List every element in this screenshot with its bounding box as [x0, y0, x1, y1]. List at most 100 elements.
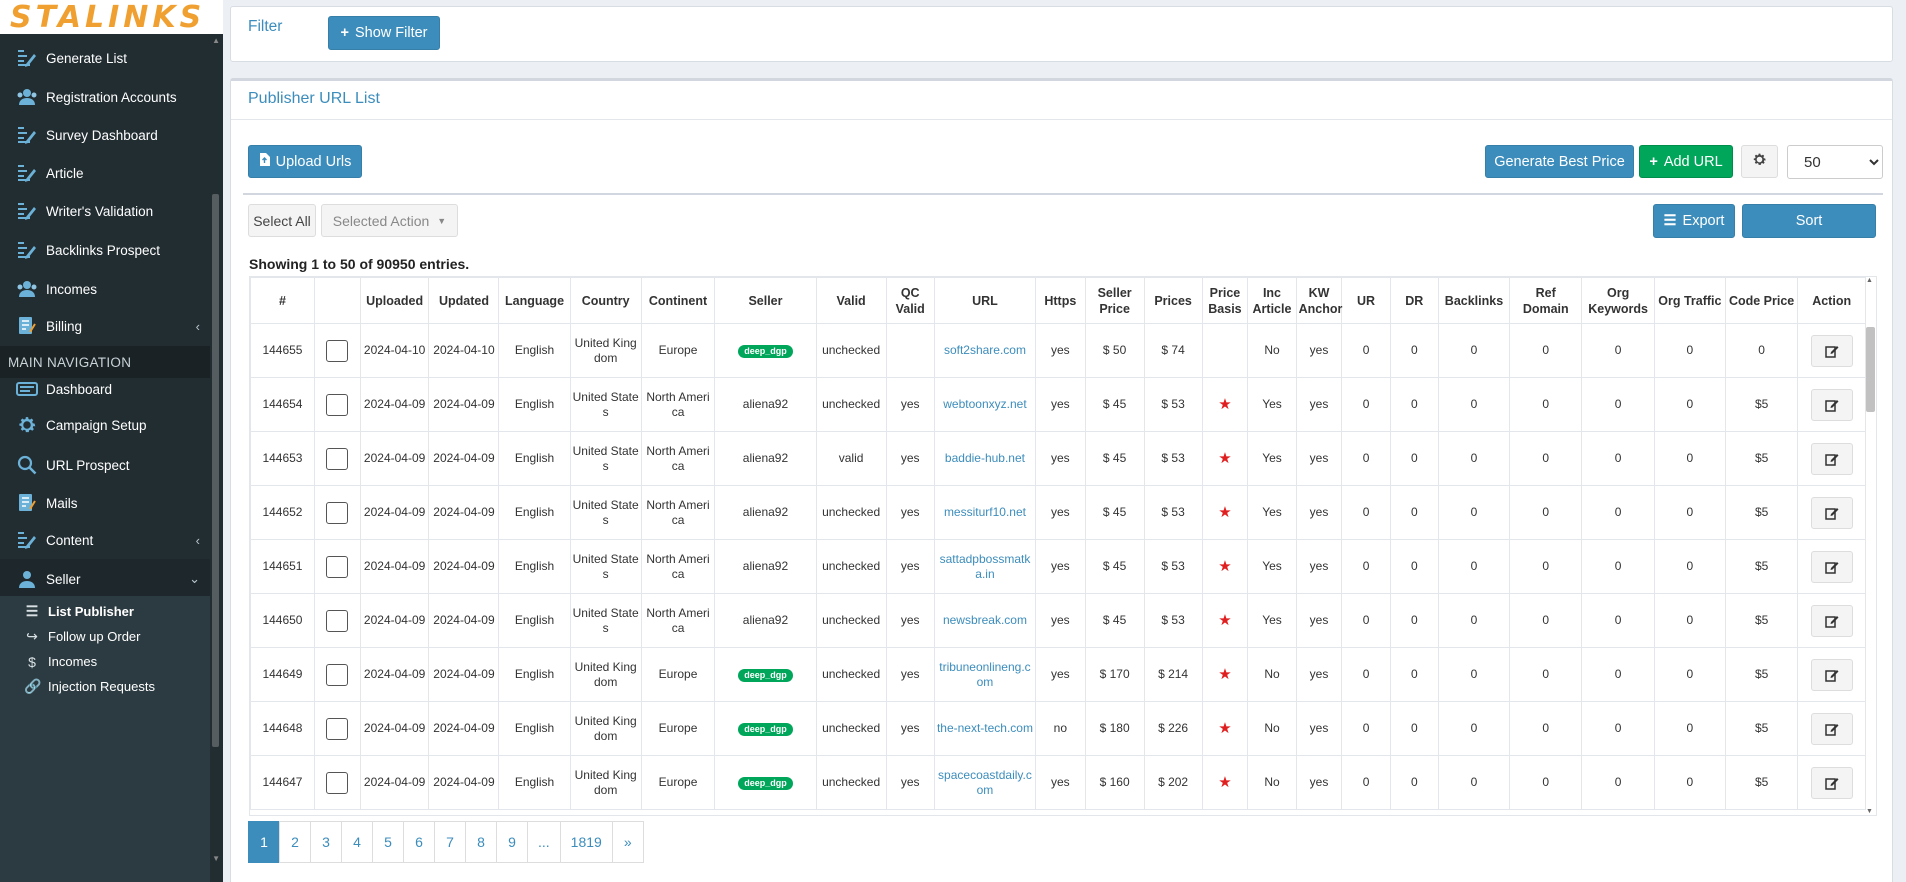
sidebar-item-backlinks-prospect[interactable]: Backlinks Prospect	[0, 230, 210, 270]
column-header-inc-article[interactable]: Inc Article	[1247, 277, 1297, 324]
column-header-code-price[interactable]: Code Price	[1724, 277, 1799, 324]
cell-url[interactable]: webtoonxyz.net	[933, 377, 1037, 432]
upload-urls-button[interactable]: Upload Urls	[248, 145, 362, 178]
column-header-org-keywords[interactable]: Org Keywords	[1581, 277, 1655, 324]
sidebar-item-campaign-setup[interactable]: Campaign Setup	[0, 405, 210, 445]
column-header-kw-anchor[interactable]: KW Anchor	[1295, 277, 1343, 324]
column-header-valid[interactable]: Valid	[815, 277, 887, 324]
edit-button[interactable]	[1810, 496, 1853, 529]
sidebar-item-dashboard[interactable]: Dashboard	[0, 369, 210, 409]
row-checkbox[interactable]	[326, 393, 349, 416]
cell-select[interactable]	[313, 377, 361, 432]
cell-select[interactable]	[313, 485, 361, 540]
column-header-price-basis[interactable]: Price Basis	[1201, 277, 1249, 324]
page-9[interactable]: 9	[496, 821, 528, 863]
cell-url[interactable]: newsbreak.com	[933, 593, 1037, 648]
page-3[interactable]: 3	[310, 821, 342, 863]
scroll-up-arrow[interactable]: ▲	[1866, 277, 1873, 284]
sidebar-subitem-list-publisher[interactable]: ☰ List Publisher	[0, 599, 210, 624]
scroll-down-arrow[interactable]: ▼	[212, 854, 220, 863]
edit-button[interactable]	[1810, 550, 1853, 583]
column-header-language[interactable]: Language	[498, 277, 571, 324]
column-header-ref-domain[interactable]: Ref Domain	[1509, 277, 1583, 324]
generate-best-price-button[interactable]: Generate Best Price	[1485, 145, 1634, 178]
cell-select[interactable]	[313, 701, 361, 756]
column-header-seller[interactable]: Seller	[714, 277, 817, 324]
row-checkbox[interactable]	[326, 555, 349, 578]
column-header-uploaded[interactable]: Uploaded	[359, 277, 430, 324]
edit-button[interactable]	[1810, 712, 1853, 745]
page-8[interactable]: 8	[465, 821, 497, 863]
column-header-prices[interactable]: Prices	[1143, 277, 1203, 324]
column-header-select[interactable]: #	[250, 277, 315, 324]
sort-button[interactable]: Sort	[1742, 204, 1876, 238]
sidebar-item-content[interactable]: Content ‹	[0, 520, 210, 560]
edit-button[interactable]	[1810, 658, 1853, 691]
brand-logo[interactable]: STALINKS	[0, 0, 223, 35]
row-checkbox[interactable]	[326, 501, 349, 524]
cell-url[interactable]: baddie-hub.net	[933, 431, 1037, 486]
cell-select[interactable]	[313, 593, 361, 648]
cell-select[interactable]	[313, 539, 361, 594]
show-filter-button[interactable]: + Show Filter	[328, 16, 440, 50]
cell-select[interactable]	[313, 431, 361, 486]
cell-url[interactable]: soft2share.com	[933, 323, 1037, 378]
sidebar-item-incomes[interactable]: Incomes	[0, 269, 210, 309]
publisher-table-container[interactable]: # Uploaded Updated Language Country Continent…	[249, 276, 1877, 816]
column-header-country[interactable]: Country	[569, 277, 642, 324]
page-1819[interactable]: 1819	[559, 821, 613, 863]
cell-url[interactable]: sattadpbossmatka.in	[933, 539, 1037, 594]
table-scrollbar[interactable]: ▲ ▼	[1864, 277, 1876, 815]
edit-button[interactable]	[1810, 604, 1853, 637]
page-1[interactable]: 1	[248, 821, 280, 863]
sidebar-subitem-injection-requests[interactable]: 🔗 Injection Requests	[0, 674, 210, 699]
edit-button[interactable]	[1810, 334, 1853, 367]
scroll-up-arrow[interactable]: ▲	[212, 36, 220, 45]
column-header-continent[interactable]: Continent	[640, 277, 716, 324]
column-header-backlinks[interactable]: Backlinks	[1437, 277, 1511, 324]
column-header-seller-price[interactable]: Seller Price	[1084, 277, 1145, 324]
sidebar-item-seller[interactable]: Seller ⌄	[0, 559, 210, 599]
page-7[interactable]: 7	[434, 821, 466, 863]
column-header-action[interactable]: Action	[1797, 277, 1866, 324]
sidebar-item-survey-dashboard[interactable]: Survey Dashboard	[0, 115, 210, 155]
row-checkbox[interactable]	[326, 609, 349, 632]
column-header-select[interactable]	[313, 277, 361, 324]
row-checkbox[interactable]	[326, 339, 349, 362]
sidebar-item-article[interactable]: Article	[0, 153, 210, 193]
cell-select[interactable]	[313, 755, 361, 810]
page-6[interactable]: 6	[403, 821, 435, 863]
cell-select[interactable]	[313, 647, 361, 702]
cell-url[interactable]: tribuneonlineng.com	[933, 647, 1037, 702]
sidebar-item-billing[interactable]: Billing ‹	[0, 306, 210, 346]
page-4[interactable]: 4	[341, 821, 373, 863]
selected-action-dropdown[interactable]: Selected Action ▼	[321, 204, 458, 237]
sidebar-item-mails[interactable]: Mails	[0, 483, 210, 523]
page-2[interactable]: 2	[279, 821, 311, 863]
row-checkbox[interactable]	[326, 663, 349, 686]
column-header-qc-valid[interactable]: QC Valid	[885, 277, 935, 324]
sidebar-item-registration-accounts[interactable]: Registration Accounts	[0, 77, 210, 117]
row-checkbox[interactable]	[326, 717, 349, 740]
edit-button[interactable]	[1810, 442, 1853, 475]
cell-url[interactable]: messiturf10.net	[933, 485, 1037, 540]
cell-url[interactable]: the-next-tech.com	[933, 701, 1037, 756]
per-page-select[interactable]: 102550100	[1787, 145, 1883, 179]
cell-select[interactable]	[313, 323, 361, 378]
sidebar-subitem-incomes[interactable]: $ Incomes	[0, 649, 210, 674]
export-button[interactable]: ☰ Export	[1653, 204, 1735, 238]
column-header-ur[interactable]: UR	[1341, 277, 1391, 324]
sidebar-subitem-follow-up-order[interactable]: ↪ Follow up Order	[0, 624, 210, 649]
column-header-updated[interactable]: Updated	[428, 277, 500, 324]
row-checkbox[interactable]	[326, 771, 349, 794]
edit-button[interactable]	[1810, 388, 1853, 421]
edit-button[interactable]	[1810, 766, 1853, 799]
column-header-https[interactable]: Https	[1035, 277, 1086, 324]
settings-button[interactable]	[1741, 145, 1778, 178]
row-checkbox[interactable]	[326, 447, 349, 470]
sidebar-scrollbar[interactable]	[212, 194, 219, 747]
column-header-dr[interactable]: DR	[1389, 277, 1439, 324]
add-url-button[interactable]: + Add URL	[1639, 145, 1733, 178]
sidebar-item-writer-s-validation[interactable]: Writer's Validation	[0, 191, 210, 231]
page-next[interactable]: »	[611, 821, 644, 863]
